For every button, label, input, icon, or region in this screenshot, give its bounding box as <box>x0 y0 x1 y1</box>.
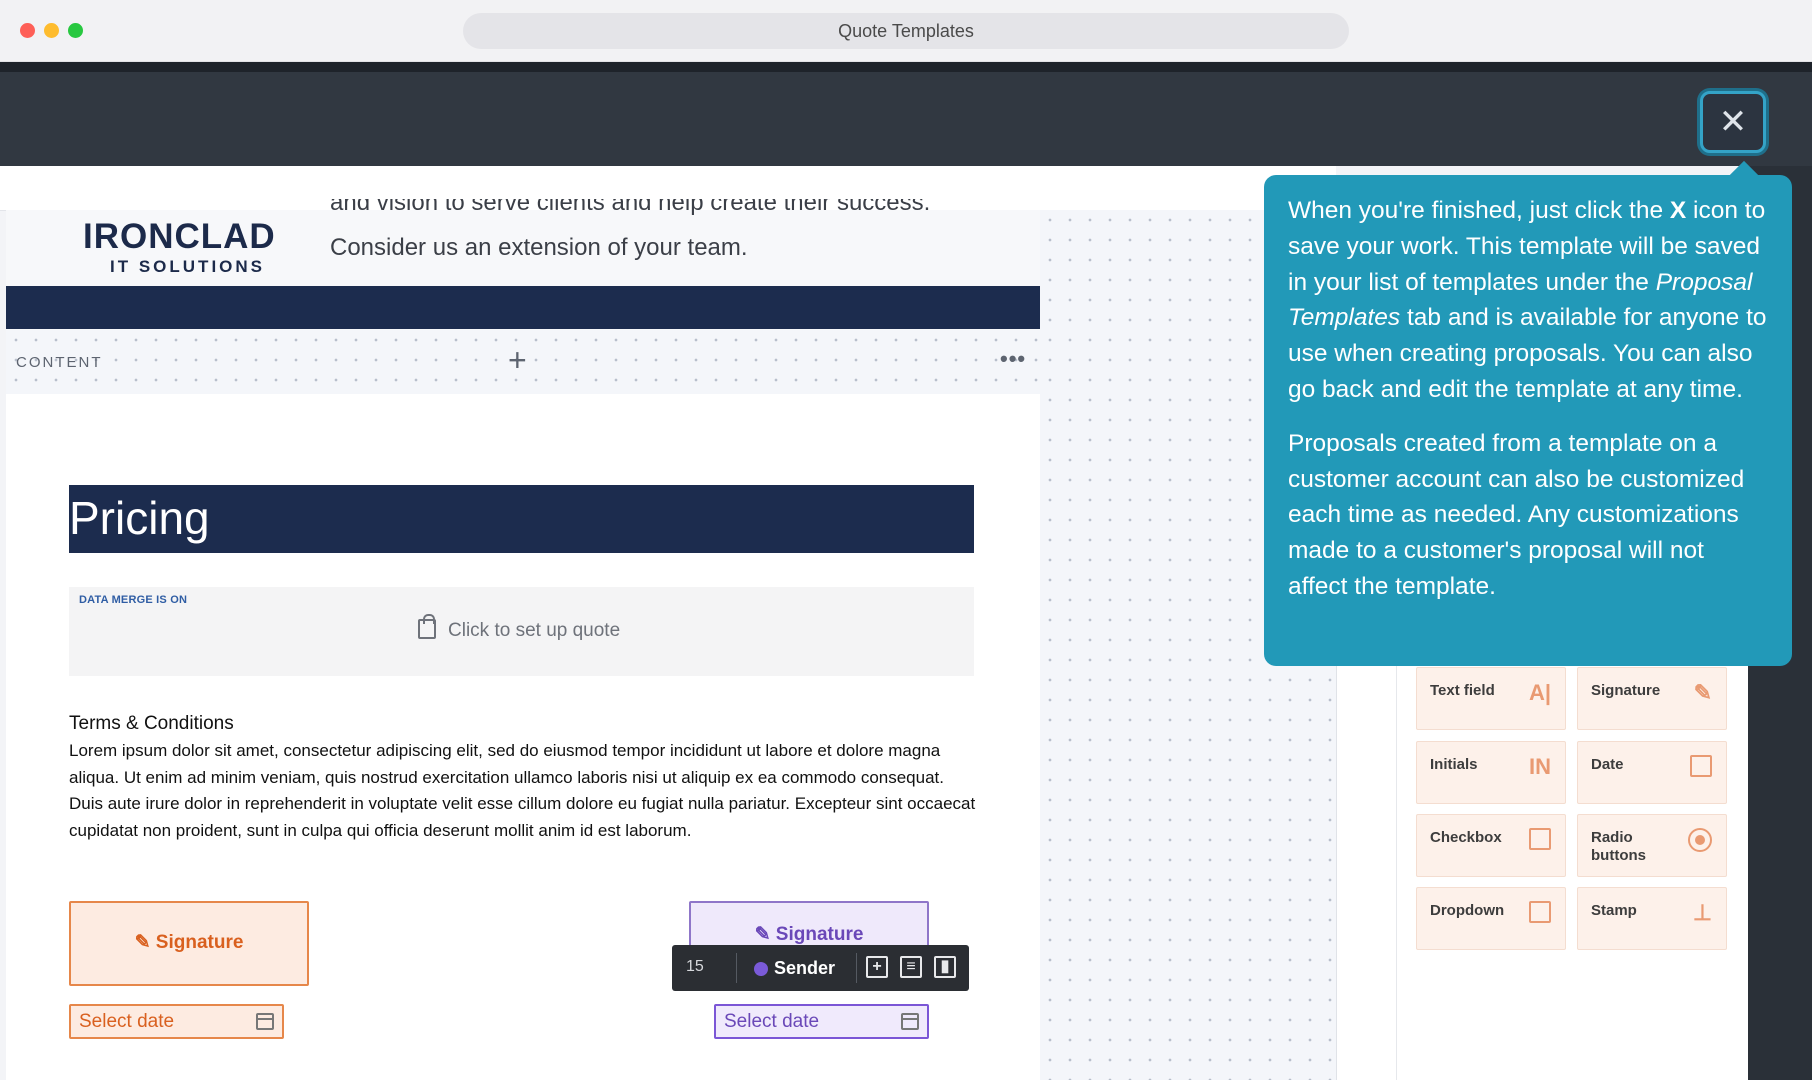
field-label: Radio buttons <box>1591 829 1646 864</box>
initials-icon: IN <box>1529 754 1551 779</box>
radio-icon <box>1688 828 1712 852</box>
pen-icon: ✎ <box>134 932 156 953</box>
header-text-line1: and vision to serve clients and help cre… <box>330 199 931 216</box>
setup-quote-label: Click to set up quote <box>448 620 621 641</box>
field-settings-icon[interactable]: ≡ <box>900 956 922 978</box>
role-selector[interactable]: Sender <box>774 958 835 979</box>
editor-header-strip <box>0 62 1812 72</box>
field-dropdown[interactable]: Dropdown <box>1416 887 1566 950</box>
content-section-label: CONTENT <box>16 354 103 371</box>
field-toolbar: 15 Sender + ≡ ▮ <box>672 945 969 991</box>
recipient-date-field[interactable]: Select date <box>714 1004 929 1039</box>
more-options-icon[interactable]: ••• <box>1000 346 1026 372</box>
field-label: Dropdown <box>1430 902 1505 919</box>
field-checkbox[interactable]: Checkbox <box>1416 814 1566 877</box>
editor-header <box>0 62 1812 166</box>
pricing-title[interactable]: Pricing <box>69 491 210 545</box>
font-size-input[interactable]: 15 <box>686 958 704 976</box>
field-label: Stamp <box>1591 902 1637 919</box>
calendar-icon <box>901 1013 919 1030</box>
title-bar: Quote Templates <box>0 0 1812 62</box>
sender-signature-field[interactable]: ✎ Signature <box>69 901 309 986</box>
company-logo-subtitle: IT SOLUTIONS <box>110 257 265 276</box>
field-date[interactable]: Date <box>1577 741 1727 804</box>
toolbar-divider <box>856 953 857 983</box>
sender-date-field[interactable]: Select date <box>69 1004 284 1039</box>
field-label: Date <box>1591 756 1624 773</box>
close-window-button[interactable] <box>20 23 35 38</box>
data-merge-badge: DATA MERGE IS ON <box>79 594 188 606</box>
field-radio-buttons[interactable]: Radio buttons <box>1577 814 1727 877</box>
stamp-icon: ⊥ <box>1692 900 1712 925</box>
field-initials[interactable]: Initials IN <box>1416 741 1566 804</box>
company-logo: IRONCLAD <box>83 217 276 256</box>
terms-body[interactable]: Lorem ipsum dolor sit amet, consectetur … <box>69 738 979 845</box>
add-section-icon[interactable]: + <box>508 342 527 379</box>
field-label: Checkbox <box>1430 829 1502 846</box>
dropdown-icon <box>1529 901 1551 923</box>
pen-icon: ✎ <box>754 924 776 945</box>
role-color-dot <box>754 962 768 976</box>
text-field-icon: A| <box>1528 680 1551 705</box>
terms-title[interactable]: Terms & Conditions <box>69 713 234 735</box>
field-label: Text field <box>1430 682 1495 699</box>
recipient-signature-label: Signature <box>775 924 864 945</box>
recipient-date-placeholder: Select date <box>724 1011 820 1032</box>
checkbox-icon <box>1529 828 1551 850</box>
pen-icon: ✎ <box>1693 680 1712 705</box>
delete-icon[interactable]: ▮ <box>934 956 956 978</box>
sender-signature-label: Signature <box>155 932 244 953</box>
sender-date-placeholder: Select date <box>79 1011 175 1032</box>
shopping-bag-icon <box>418 614 436 639</box>
add-field-icon[interactable]: + <box>866 956 888 978</box>
header-band <box>6 286 1040 329</box>
window-title: Quote Templates <box>463 13 1349 49</box>
maximize-window-button[interactable] <box>68 23 83 38</box>
close-editor-button[interactable]: ✕ <box>1700 91 1766 153</box>
field-label: Initials <box>1430 756 1478 773</box>
toolbar-divider <box>736 953 737 983</box>
header-text-line2: Consider us an extension of your team. <box>330 234 748 261</box>
field-stamp[interactable]: Stamp ⊥ <box>1577 887 1727 950</box>
tooltip-paragraph-1: When you're finished, just click the X i… <box>1288 197 1767 403</box>
recipient-signature-field[interactable]: ✎ Signature <box>689 901 929 949</box>
setup-quote-button[interactable]: Click to set up quote <box>418 614 621 642</box>
field-signature[interactable]: Signature ✎ <box>1577 667 1727 730</box>
calendar-icon <box>1690 755 1712 777</box>
field-label: Signature <box>1591 682 1661 699</box>
minimize-window-button[interactable] <box>44 23 59 38</box>
app-window: Quote Templates ✕ IRONCLAD IT SOLUTIONS … <box>0 0 1812 1080</box>
calendar-icon <box>256 1013 274 1030</box>
tooltip-paragraph-2: Proposals created from a template on a c… <box>1288 429 1745 600</box>
onboarding-tooltip: When you're finished, just click the X i… <box>1264 175 1792 666</box>
field-text-field[interactable]: Text field A| <box>1416 667 1566 730</box>
